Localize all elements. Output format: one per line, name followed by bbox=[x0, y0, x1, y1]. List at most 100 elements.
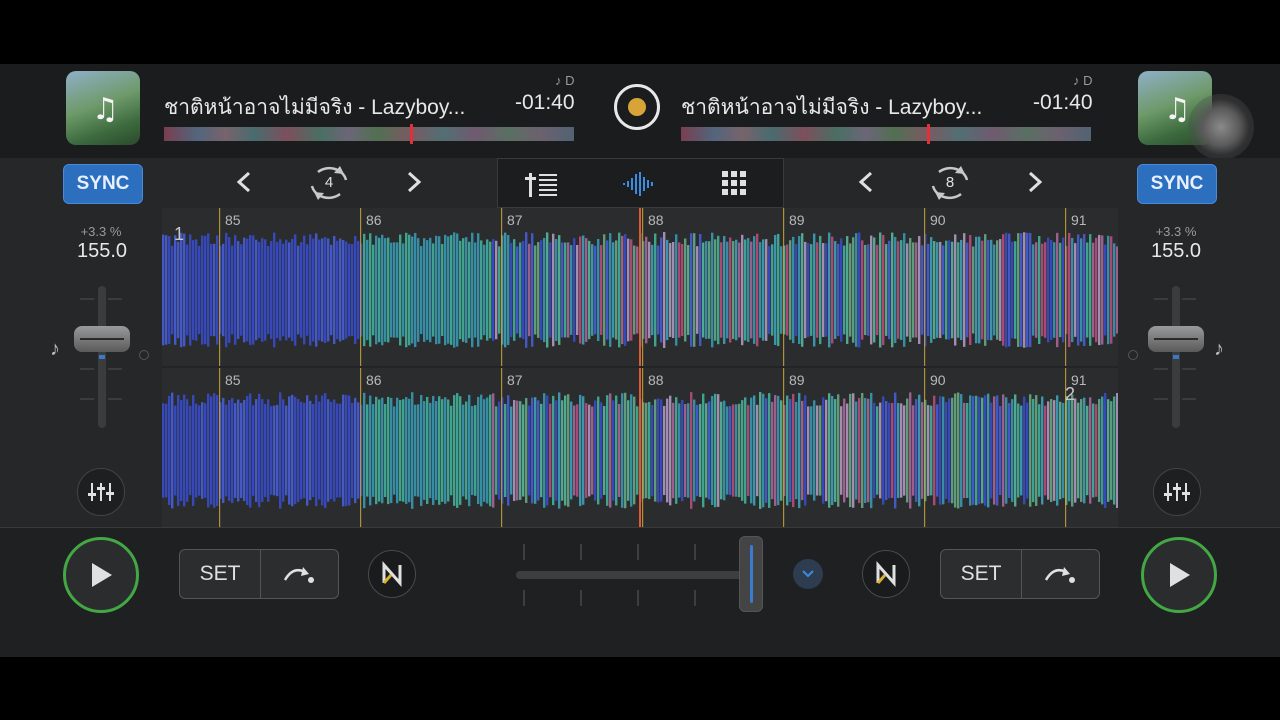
waveform-bar bbox=[921, 245, 924, 335]
waveform-bar bbox=[1035, 242, 1038, 338]
waveform-bar bbox=[636, 246, 639, 334]
crossfader-thumb[interactable] bbox=[739, 536, 764, 612]
waveform-bar bbox=[1074, 243, 1077, 337]
waveform-bar bbox=[375, 396, 378, 505]
waveform-bar bbox=[483, 244, 486, 336]
waveform-bar bbox=[447, 236, 450, 344]
waveform-bar bbox=[336, 240, 339, 340]
waveform-bar bbox=[852, 393, 855, 508]
deck-b-set-cue-button[interactable]: SET bbox=[941, 550, 1022, 598]
deck-b-neural-mix-button[interactable] bbox=[862, 550, 910, 598]
waveform-bar bbox=[216, 394, 219, 507]
deck-b-eq-button[interactable] bbox=[1153, 468, 1201, 516]
deck-a-loop-button[interactable]: 4 bbox=[306, 162, 352, 204]
record-button[interactable] bbox=[614, 84, 660, 130]
waveform-bar bbox=[303, 235, 306, 345]
waveform-bar bbox=[180, 232, 183, 348]
waveform-bar bbox=[708, 241, 711, 339]
waveform-bar bbox=[624, 392, 627, 509]
waveform-bar bbox=[1062, 402, 1065, 499]
waveform-bar bbox=[627, 400, 630, 501]
waveform-bar bbox=[921, 402, 924, 499]
deck-b-jump-cue-button[interactable] bbox=[1021, 550, 1099, 598]
deck-a-cue-controls: SET bbox=[179, 549, 339, 599]
beat-marker-line bbox=[924, 368, 926, 527]
beat-marker-line bbox=[783, 208, 785, 366]
pads-tab[interactable] bbox=[715, 164, 755, 204]
waveform-bar bbox=[681, 244, 684, 336]
deck-b-loop-halve-button[interactable] bbox=[848, 164, 884, 200]
waveform-bar bbox=[831, 236, 834, 344]
waveform-tab[interactable] bbox=[619, 164, 659, 204]
waveform-bar bbox=[738, 242, 741, 338]
keylock-icon[interactable]: ♪ bbox=[50, 338, 60, 361]
waveform-bar bbox=[684, 403, 687, 498]
deck-b-sync-button[interactable]: SYNC bbox=[1137, 164, 1217, 204]
waveform-bar bbox=[1044, 242, 1047, 338]
waveform-bar bbox=[354, 236, 357, 344]
waveform-bar bbox=[492, 393, 495, 508]
deck-a-loop-size: 4 bbox=[324, 174, 334, 191]
waveform-bar bbox=[402, 399, 405, 502]
waveform-bar bbox=[708, 401, 711, 500]
deck-a-set-cue-button[interactable]: SET bbox=[180, 550, 261, 598]
waveform-bar bbox=[933, 241, 936, 339]
mixer-tab[interactable] bbox=[522, 164, 562, 204]
waveform-bar bbox=[297, 399, 300, 502]
deck-a-track-title[interactable]: ชาติหน้าอาจไม่มีจริง - Lazyboy... bbox=[164, 91, 465, 124]
deck-a-play-button[interactable] bbox=[63, 537, 139, 613]
waveform-bar bbox=[963, 233, 966, 347]
waveform-bar bbox=[816, 242, 819, 338]
waveform-bar bbox=[861, 240, 864, 340]
waveform-bar bbox=[711, 232, 714, 348]
waveform-bar bbox=[297, 245, 300, 335]
waveform-bar bbox=[948, 398, 951, 503]
deck-b-overview-waveform[interactable] bbox=[681, 124, 1091, 144]
waveform-bar bbox=[729, 405, 732, 496]
waveform-bar bbox=[291, 394, 294, 507]
waveform-bar bbox=[1116, 246, 1118, 334]
deck-a-waveform[interactable]: 85 86 87 88 89 90 91 1 bbox=[162, 208, 1118, 366]
waveform-bar bbox=[756, 404, 759, 497]
waveform-bar bbox=[372, 244, 375, 336]
keylock-icon[interactable]: ♪ bbox=[1214, 338, 1224, 361]
deck-b-loop-double-button[interactable] bbox=[1017, 164, 1053, 200]
crossfader-options-button[interactable] bbox=[793, 559, 823, 589]
deck-b-play-button[interactable] bbox=[1141, 537, 1217, 613]
waveform-bar bbox=[285, 239, 288, 341]
waveform-bar bbox=[447, 399, 450, 502]
deck-a-pitch-thumb[interactable] bbox=[74, 326, 130, 352]
deck-b-waveform[interactable]: 85 86 87 88 89 90 91 2 bbox=[162, 368, 1118, 527]
waveform-bar bbox=[453, 395, 456, 506]
deck-a-loop-double-button[interactable] bbox=[396, 164, 432, 200]
waveform-bar bbox=[270, 406, 273, 495]
waveform-bar bbox=[618, 404, 621, 497]
waveform-bar bbox=[753, 236, 756, 344]
deck-a-loop-halve-button[interactable] bbox=[226, 164, 262, 200]
waveform-bar bbox=[606, 395, 609, 506]
waveform-bar bbox=[759, 242, 762, 338]
waveform-bar bbox=[786, 395, 789, 506]
deck-b-loop-button[interactable]: 8 bbox=[927, 162, 973, 204]
deck-b-pitch-percent: +3.3 % bbox=[1155, 224, 1197, 239]
waveform-bar bbox=[426, 240, 429, 340]
deck-b-track-title[interactable]: ชาติหน้าอาจไม่มีจริง - Lazyboy... bbox=[681, 91, 982, 124]
waveform-bar bbox=[765, 398, 768, 503]
deck-a-overview-waveform[interactable] bbox=[164, 124, 574, 144]
deck-a-jump-cue-button[interactable] bbox=[260, 550, 338, 598]
waveform-bar bbox=[654, 399, 657, 502]
waveform-bar bbox=[945, 402, 948, 499]
waveform-bar bbox=[978, 236, 981, 344]
deck-a-neural-mix-button[interactable] bbox=[368, 550, 416, 598]
waveform-bar bbox=[312, 238, 315, 342]
crossfader-track[interactable] bbox=[516, 571, 756, 579]
waveform-bar bbox=[675, 234, 678, 346]
deck-a-eq-button[interactable] bbox=[77, 468, 125, 516]
waveform-bar bbox=[768, 393, 771, 508]
beat-marker-label: 85 bbox=[225, 212, 241, 228]
assistive-touch-button[interactable] bbox=[1188, 94, 1254, 160]
deck-a-sync-button[interactable]: SYNC bbox=[63, 164, 143, 204]
deck-b-pitch-thumb[interactable] bbox=[1148, 326, 1204, 352]
deck-a-artwork[interactable]: ♫ bbox=[66, 71, 140, 145]
waveform-bar bbox=[240, 402, 243, 499]
